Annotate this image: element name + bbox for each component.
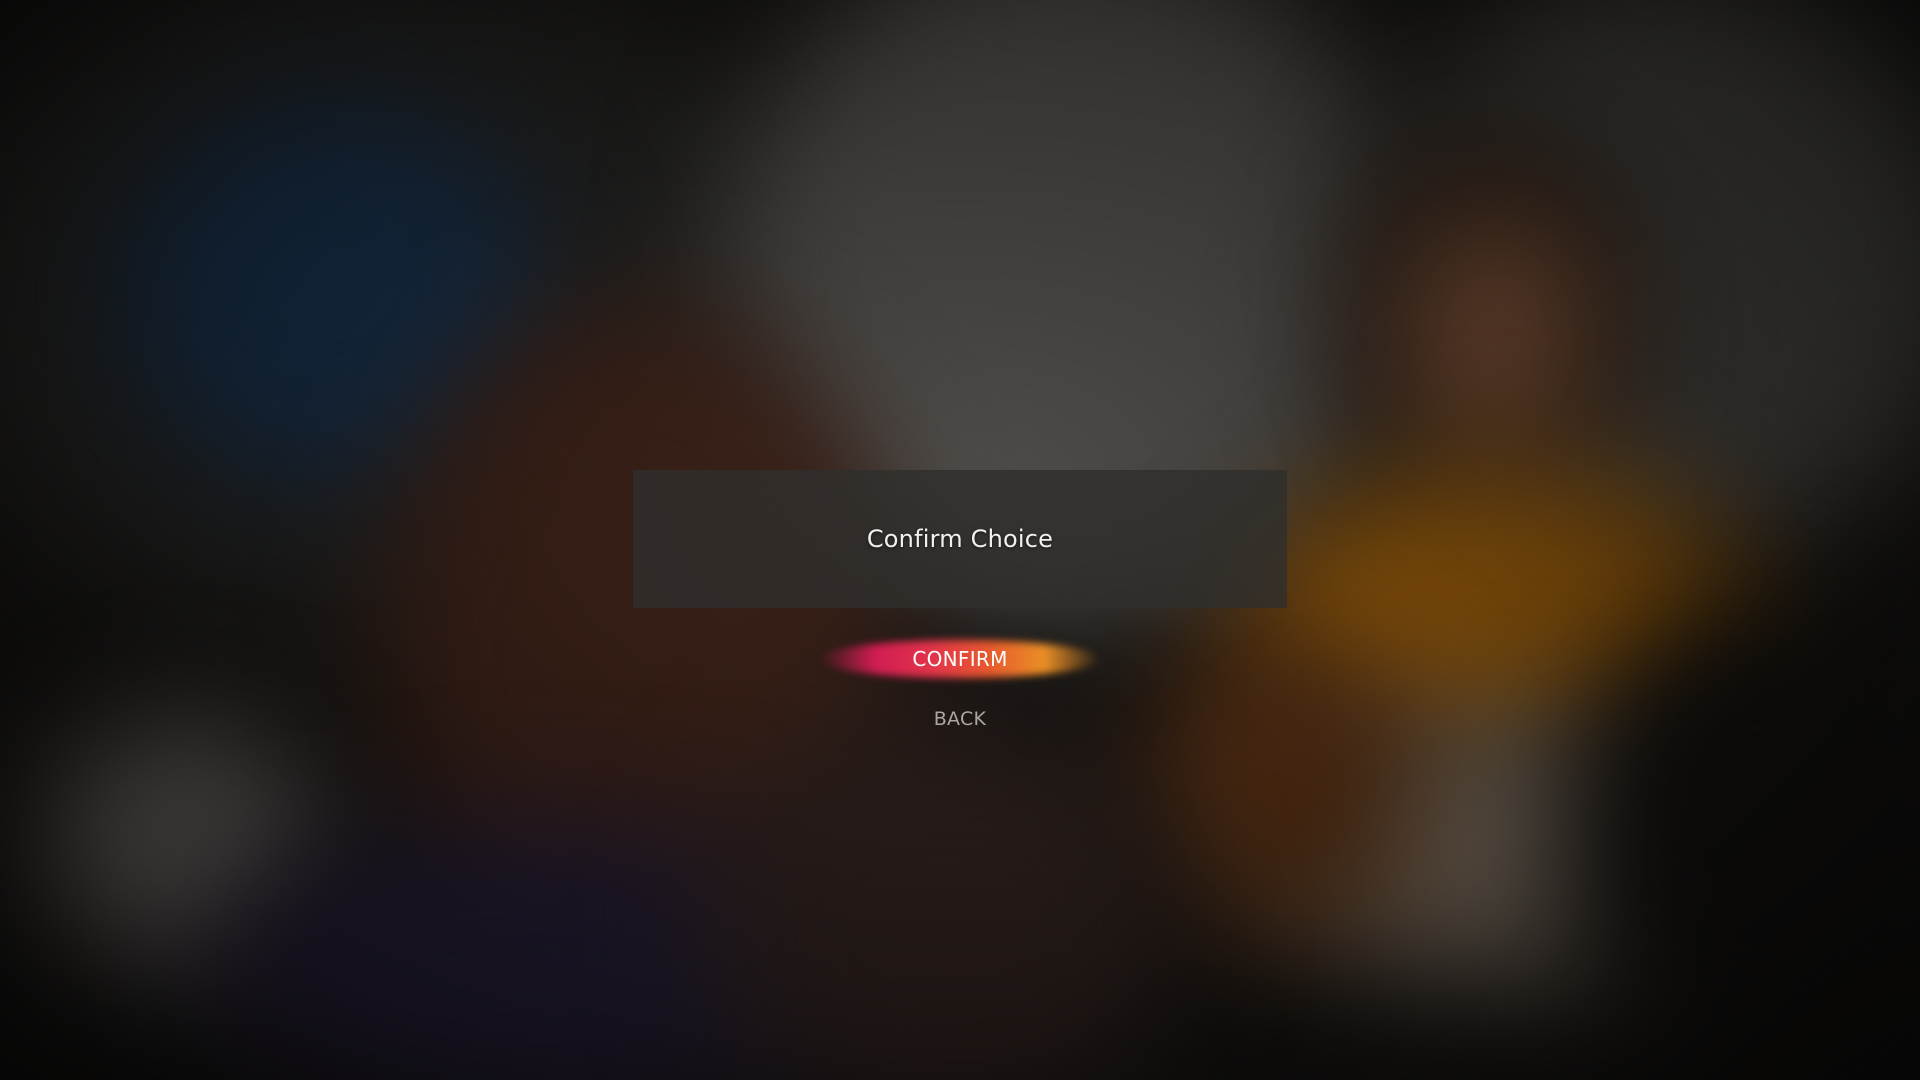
dialog-title: Confirm Choice	[866, 525, 1054, 553]
confirm-dialog: Confirm Choice	[633, 470, 1287, 608]
back-button-label: BACK	[933, 708, 987, 730]
confirm-button-label: CONFIRM	[912, 647, 1008, 671]
back-button[interactable]: BACK	[880, 702, 1040, 736]
confirm-button[interactable]: CONFIRM	[820, 640, 1100, 678]
